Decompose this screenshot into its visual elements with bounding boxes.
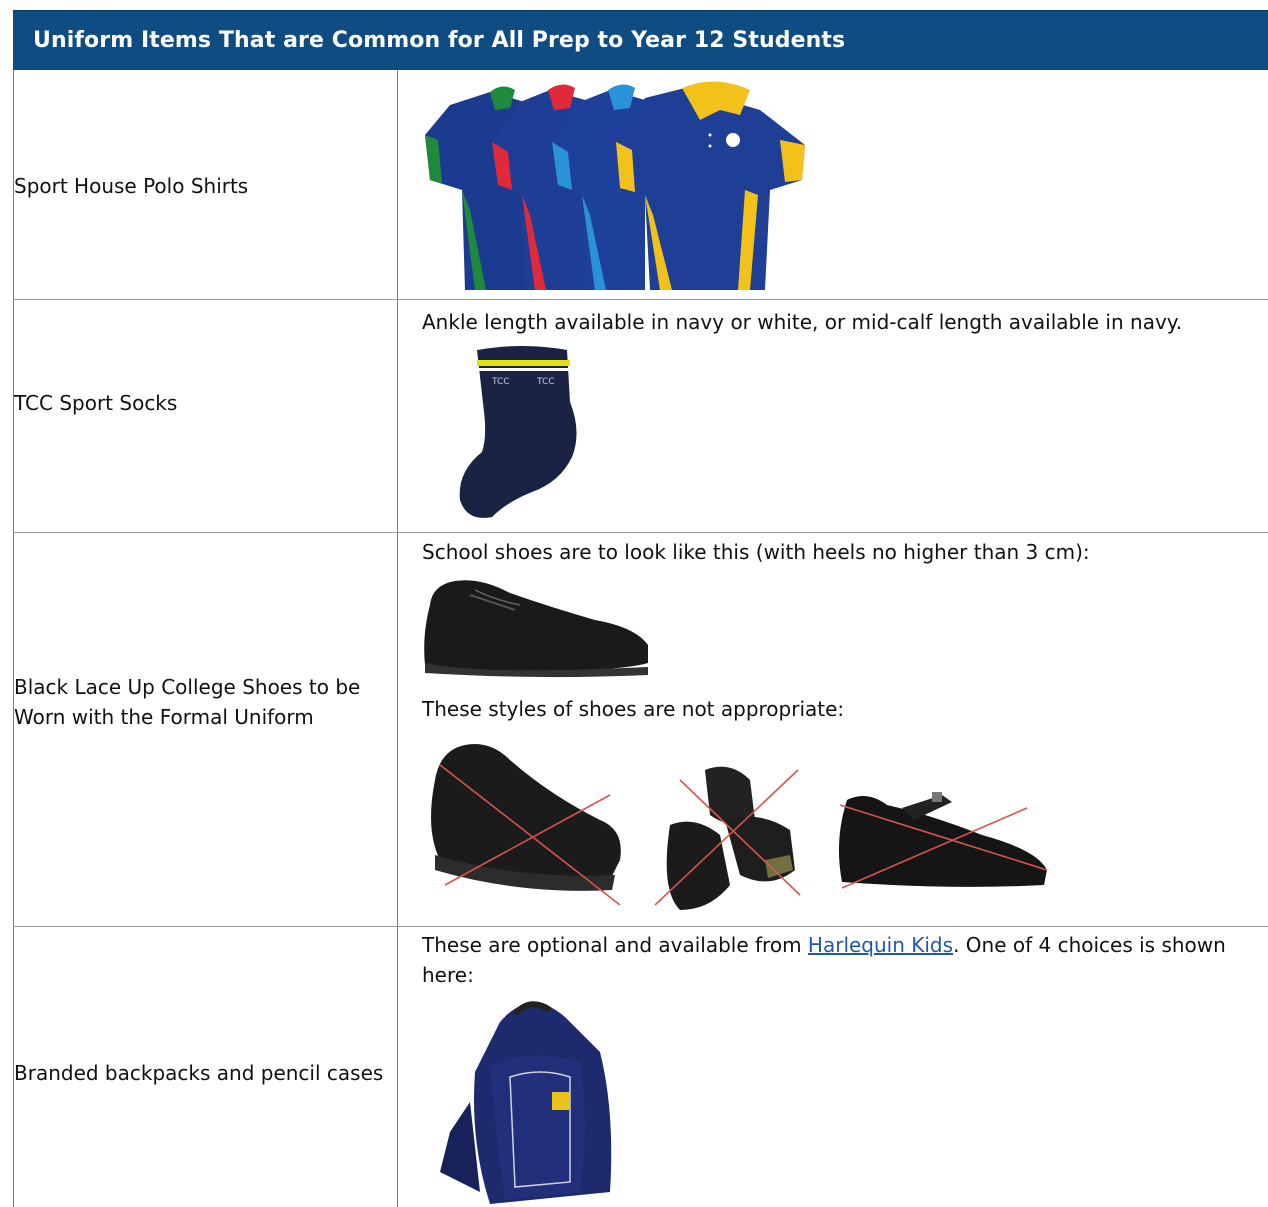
row-label-polo: Sport House Polo Shirts	[14, 174, 249, 198]
approved-shoe-image	[424, 580, 648, 678]
backpack-image	[440, 1001, 612, 1204]
inappropriate-mary-jane-shoe-image	[838, 792, 1048, 889]
row-label-shoes: Black Lace Up College Shoes to be Worn w…	[14, 675, 361, 729]
sock-logo-text: TCC	[536, 377, 555, 387]
socks-description: Ankle length available in navy or white,…	[422, 310, 1183, 334]
row-label-backpacks: Branded backpacks and pencil cases	[14, 1061, 384, 1085]
sock-logo-text: TCC	[491, 377, 510, 387]
harlequin-kids-link[interactable]: Harlequin Kids	[808, 933, 953, 957]
shoes-inappropriate-description: These styles of shoes are not appropriat…	[422, 697, 845, 721]
inappropriate-velcro-shoe-image	[654, 766, 801, 910]
row-label-socks: TCC Sport Socks	[14, 391, 178, 415]
backpacks-description: These are optional and available from Ha…	[422, 933, 1226, 987]
shoes-description: School shoes are to look like this (with…	[422, 540, 1090, 564]
table-title: Uniform Items That are Common for All Pr…	[33, 28, 846, 53]
inappropriate-sneaker-image	[431, 744, 621, 906]
table-header: Uniform Items That are Common for All Pr…	[13, 10, 1268, 70]
sport-sock-image: TCC TCC	[459, 346, 577, 518]
house-polo-shirts-image	[425, 81, 805, 290]
